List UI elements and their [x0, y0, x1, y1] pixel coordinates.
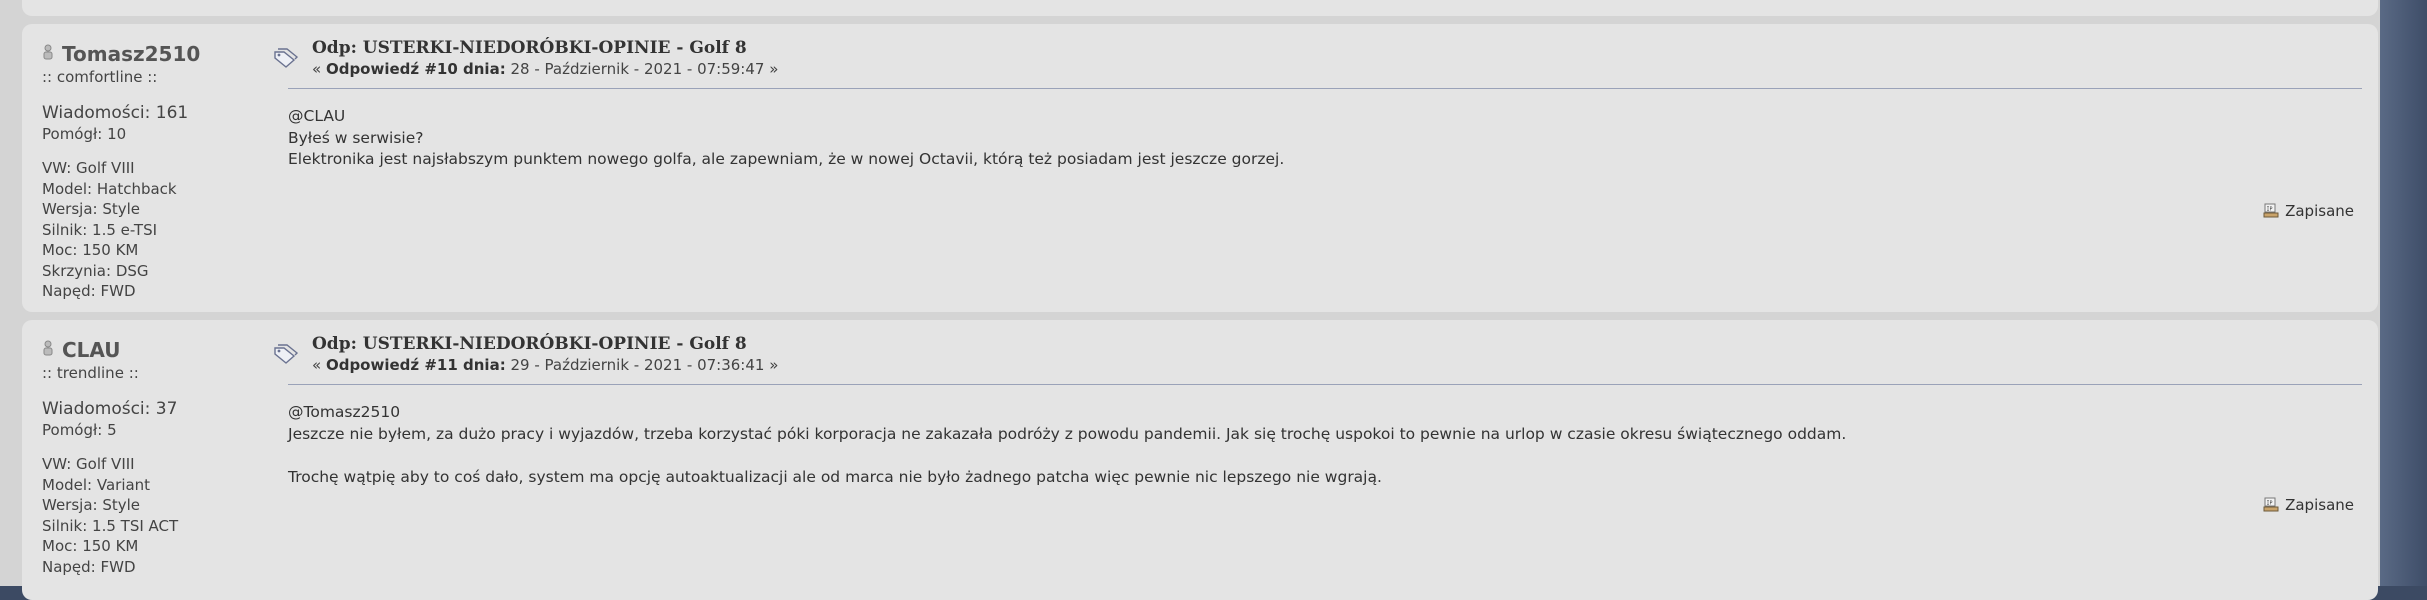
post-text-line: Trochę wątpię aby to coś dało, system ma… [288, 467, 1382, 486]
previous-post-edge [22, 0, 2378, 16]
page-canvas: Tomasz2510 :: comfortline :: Wiadomości:… [0, 0, 2380, 600]
poster-rank: :: comfortline :: [42, 68, 158, 86]
post-text-line: Jeszcze nie byłem, za dużo pracy i wyjaz… [288, 424, 1847, 443]
post-divider [288, 384, 2362, 385]
saved-ip-icon: IP [2263, 497, 2279, 512]
reply-number: Odpowiedź #10 dnia: [325, 60, 506, 78]
poster-helped-count: Pomógł: 10 [42, 125, 127, 143]
poster-rank: :: trendline :: [42, 364, 139, 382]
spec-line: Moc: 150 KM [42, 241, 139, 259]
user-icon [43, 44, 53, 60]
post-text-line [288, 445, 2338, 467]
spec-line: Napęd: FWD [42, 557, 136, 576]
spec-line: Model: Hatchback [42, 179, 177, 198]
saved-status: IP Zapisane [2263, 202, 2354, 220]
post-text-line: Elektronika jest najsłabszym punktem now… [288, 150, 1285, 168]
saved-status: IP Zapisane [2263, 496, 2354, 514]
post-text-line: @Tomasz2510 [288, 403, 401, 421]
post-text-line: @CLAU [288, 107, 346, 125]
poster-message-count: Wiadomości: 37 [42, 399, 178, 419]
svg-text:IP: IP [2267, 501, 2273, 507]
spec-line: Napęd: FWD [42, 282, 136, 300]
poster-name-link[interactable]: CLAU [62, 338, 121, 362]
svg-text:IP: IP [2267, 207, 2273, 213]
saved-label: Zapisane [2285, 496, 2354, 514]
post-body: @Tomasz2510 Jeszcze nie byłem, za dużo p… [288, 402, 2338, 488]
spec-line: Wersja: Style [42, 496, 141, 514]
post-tag-icon [274, 344, 299, 364]
meta-prefix: « [312, 356, 326, 374]
reply-number: Odpowiedź #11 dnia: [325, 356, 506, 374]
saved-label: Zapisane [2285, 202, 2354, 220]
post-body: @CLAU Byłeś w serwisie? Elektronika jest… [288, 106, 2338, 171]
spec-line: Silnik: 1.5 e-TSI [42, 220, 158, 239]
spec-line: Wersja: Style [42, 200, 141, 218]
poster-car-specs: VW: Golf VIII Model: Hatchback Wersja: S… [42, 158, 177, 302]
post-date: 29 - Październik - 2021 - 07:36:41 » [505, 356, 779, 374]
meta-prefix: « [312, 60, 326, 78]
spec-line: Moc: 150 KM [42, 537, 139, 555]
poster-car-specs: VW: Golf VIII Model: Variant Wersja: Sty… [42, 454, 178, 577]
forum-post: Tomasz2510 :: comfortline :: Wiadomości:… [22, 24, 2378, 312]
post-subject-link[interactable]: Odp: USTERKI-NIEDORÓBKI-OPINIE - Golf 8 [312, 38, 747, 58]
post-divider [288, 88, 2362, 89]
page-right-margin [2380, 0, 2427, 586]
spec-line: Silnik: 1.5 TSI ACT [42, 516, 179, 535]
saved-ip-icon: IP [2263, 203, 2279, 218]
post-subject-link[interactable]: Odp: USTERKI-NIEDORÓBKI-OPINIE - Golf 8 [312, 334, 747, 354]
post-text-line: Byłeś w serwisie? [288, 128, 424, 147]
user-icon [43, 340, 53, 356]
poster-message-count: Wiadomości: 161 [42, 103, 189, 123]
spec-line: VW: Golf VIII [42, 455, 135, 473]
spec-line: Skrzynia: DSG [42, 261, 149, 280]
poster-name-link[interactable]: Tomasz2510 [62, 42, 200, 66]
post-meta: « Odpowiedź #10 dnia: 28 - Październik -… [312, 60, 778, 78]
poster-helped-count: Pomógł: 5 [42, 421, 117, 439]
spec-line: Model: Variant [42, 475, 151, 494]
spec-line: VW: Golf VIII [42, 159, 135, 177]
forum-post: CLAU :: trendline :: Wiadomości: 37 Pomó… [22, 320, 2378, 600]
post-tag-icon [274, 48, 299, 68]
post-meta: « Odpowiedź #11 dnia: 29 - Październik -… [312, 356, 778, 374]
post-date: 28 - Październik - 2021 - 07:59:47 » [505, 60, 779, 78]
